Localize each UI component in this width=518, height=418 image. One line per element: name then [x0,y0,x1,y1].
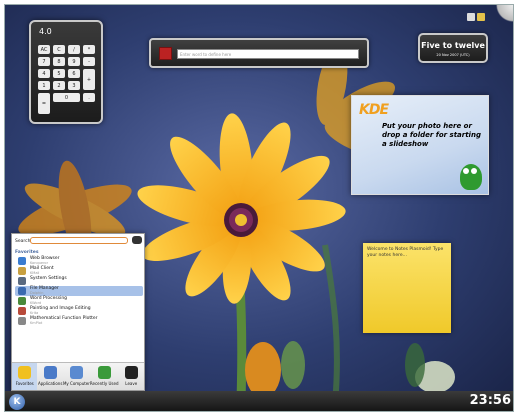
calculator-key[interactable]: = [38,93,50,114]
calculator-key[interactable]: / [68,45,80,54]
app-icon [18,317,26,325]
desktop: 4.0 AC C / * 7 8 9- 4 5 6 +1 2 3 = 0. Enter word to de… [4,4,514,412]
favorite-item[interactable]: System Settings [15,276,143,286]
fuzzy-clock-widget: Five to twelve 20 Nov 2007 (UTC) [418,33,488,63]
app-icon [18,267,26,275]
system-tray [467,13,485,21]
notes-widget[interactable]: Welcome to Notes Plasmoid! Type your not… [363,243,451,333]
favorite-item-subtitle: KmPlot [30,321,43,325]
favorite-item[interactable]: Mathematical Function Plotter KmPlot [15,316,143,326]
dictionary-widget: Enter word to define here [149,38,369,68]
tab-icon [18,366,32,379]
favorite-item-subtitle: Dolphin [30,291,44,295]
calculator-key[interactable]: 7 [38,57,50,66]
tab-label: Recently Used [89,381,119,386]
launcher-search-input[interactable] [30,237,128,244]
calculator-key[interactable]: 8 [53,57,65,66]
fuzzy-clock-date: 20 Nov 2007 (UTC) [436,53,470,57]
launcher-tab[interactable]: Favorites [12,363,38,390]
kmenu-button[interactable]: K [9,394,25,410]
calculator-key[interactable]: 4 [38,69,50,78]
tray-notifier-icon[interactable] [477,13,485,21]
calculator-key[interactable]: + [83,69,95,90]
app-icon [18,257,26,265]
calculator-key[interactable]: 5 [53,69,65,78]
calculator-key[interactable]: * [83,45,95,54]
tab-label: Favorites [15,381,34,386]
tab-label: Leave [125,381,138,386]
calculator-display: 4.0 [39,27,52,36]
favorite-item-name: System Settings [30,276,67,281]
tray-device-icon[interactable] [467,13,475,21]
tab-label: My Computer [62,381,90,386]
favorite-item-subtitle: Konqueror [30,261,49,265]
favorite-item[interactable]: Web Browser Konqueror [15,256,143,266]
launcher-tab[interactable]: My Computer [63,363,90,390]
calculator-key[interactable]: 0 [53,93,80,102]
favorites-list: Web Browser Konqueror Mail Client KMail Syst… [15,256,143,326]
calculator-key[interactable]: 9 [68,57,80,66]
calculator-keypad: AC C / * 7 8 9- 4 5 6 +1 2 3 = 0. [38,45,96,114]
favorite-item[interactable]: File Manager Dolphin [15,286,143,296]
calculator-key[interactable]: . [83,93,95,102]
slideshow-widget[interactable]: KDE Put your photo here or drop a folder… [351,95,489,195]
launcher-tab[interactable]: Applications [37,363,62,390]
slideshow-message: Put your photo here or drop a folder for… [382,122,481,148]
calculator-key[interactable]: C [53,45,65,54]
tab-icon [43,366,57,379]
tab-label: Applications [37,381,63,386]
tab-icon [124,366,138,379]
fuzzy-clock-time: Five to twelve [421,41,485,50]
calculator-key[interactable]: 3 [68,81,80,90]
app-icon [18,307,26,315]
favorite-item-subtitle: Krita [30,311,39,315]
calculator-key[interactable]: 1 [38,81,50,90]
launcher-tabs: Favorites Applications My Computer Recently… [12,362,144,390]
paws-icon[interactable] [132,236,142,244]
app-icon [18,277,26,285]
favorite-item-subtitle: KWord [30,301,42,305]
calculator-key[interactable]: - [83,57,95,66]
kde-logo: KDE [359,102,389,118]
konqi-mascot-icon [460,164,482,190]
app-icon [18,287,26,295]
favorites-section-title: Favorites [15,250,39,255]
bottom-panel: K 23:56 [5,391,513,411]
tab-icon [69,366,83,379]
launcher-tab[interactable]: Recently Used [90,363,119,390]
tab-icon [97,366,111,379]
calculator-key[interactable]: AC [38,45,50,54]
desktop-toolbox-corner[interactable] [493,5,513,25]
panel-clock[interactable]: 23:56 [470,393,511,408]
calculator-widget: 4.0 AC C / * 7 8 9- 4 5 6 +1 2 3 = 0. [29,20,103,124]
favorite-item-name: Painting and Image Editing [30,306,91,311]
favorite-item[interactable]: Word Processing KWord [15,296,143,306]
kickoff-launcher: Search: Favorites Web Browser Konqueror Ma… [11,233,145,391]
launcher-tab[interactable]: Leave [119,363,144,390]
favorite-item[interactable]: Painting and Image Editing Krita [15,306,143,316]
calculator-key[interactable]: 6 [68,69,80,78]
dictionary-book-icon [159,47,172,60]
calculator-key[interactable]: 2 [53,81,65,90]
favorite-item[interactable]: Mail Client KMail [15,266,143,276]
dictionary-search-input[interactable]: Enter word to define here [177,49,359,59]
favorite-item-subtitle: KMail [30,271,40,275]
app-icon [18,297,26,305]
